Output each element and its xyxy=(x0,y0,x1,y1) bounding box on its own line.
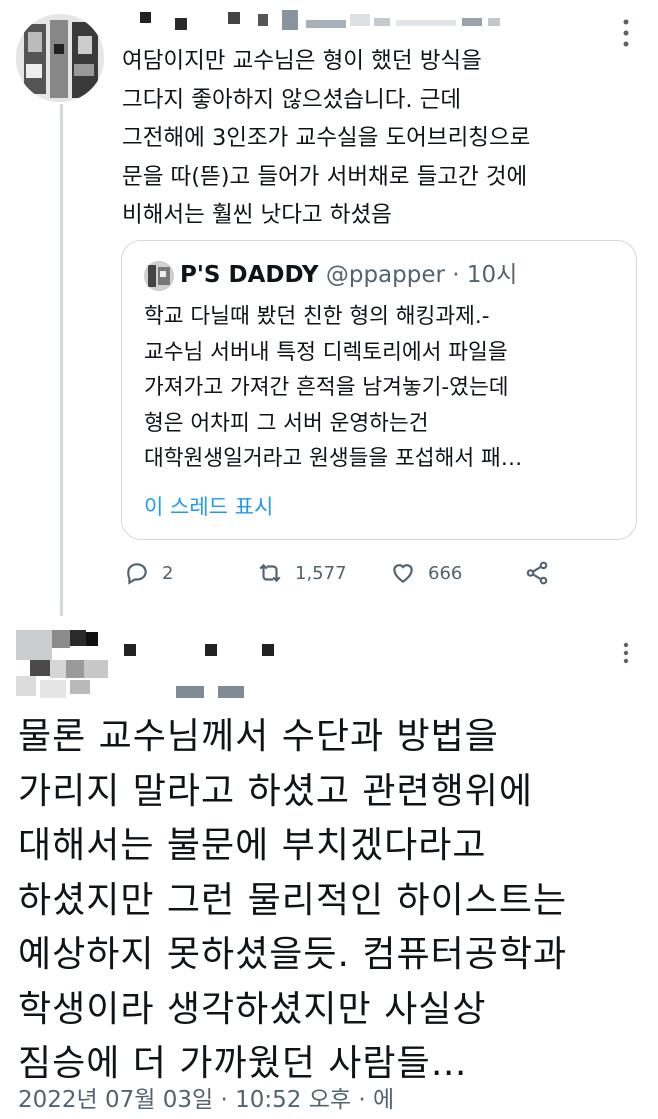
tweet-text: 여담이지만 교수님은 형이 했던 방식을 그다지 좋아하지 않으셨습니다. 근데… xyxy=(122,48,531,228)
quoted-time: 10시 xyxy=(466,262,518,288)
like-button[interactable]: 666 xyxy=(390,560,462,586)
share-button[interactable] xyxy=(524,560,550,586)
tweet-text-main: 물론 교수님께서 수단과 방법을 가리지 말라고 하셨고 관련행위에 대해서는 … xyxy=(18,716,568,1084)
quoted-tweet-card[interactable]: P'S DADDY @ppapper · 10시 학교 다닐때 봤던 친한 형의… xyxy=(121,240,637,540)
quoted-author-name: P'S DADDY xyxy=(180,262,319,288)
separator-dot: · xyxy=(452,262,460,288)
avatar[interactable] xyxy=(16,14,104,102)
tweet-timestamp[interactable]: 2022년 07월 03일 · 10:52 오후 · 에 xyxy=(18,1080,394,1114)
quoted-author-handle: @ppapper xyxy=(325,262,445,288)
retweet-button[interactable]: 1,577 xyxy=(257,560,347,586)
reply-button[interactable]: 2 xyxy=(124,560,173,586)
more-horizontal-icon[interactable] xyxy=(619,642,633,668)
quoted-avatar xyxy=(144,261,174,291)
quoted-tweet-text: 학교 다닐때 봤던 친한 형의 해킹과제.- 교수님 서버내 특정 디렉토리에서… xyxy=(144,304,523,471)
retweet-count: 1,577 xyxy=(295,562,347,584)
reply-icon xyxy=(127,563,147,585)
like-count: 666 xyxy=(428,562,463,584)
retweet-icon xyxy=(259,563,281,583)
quoted-header: P'S DADDY @ppapper · 10시 xyxy=(180,257,517,293)
avatar-image xyxy=(16,14,104,102)
thread-line xyxy=(60,104,63,616)
share-icon xyxy=(526,561,548,585)
show-thread-link[interactable]: 이 스레드 표시 xyxy=(144,491,273,521)
reply-count: 2 xyxy=(162,562,174,584)
heart-icon xyxy=(393,564,413,583)
